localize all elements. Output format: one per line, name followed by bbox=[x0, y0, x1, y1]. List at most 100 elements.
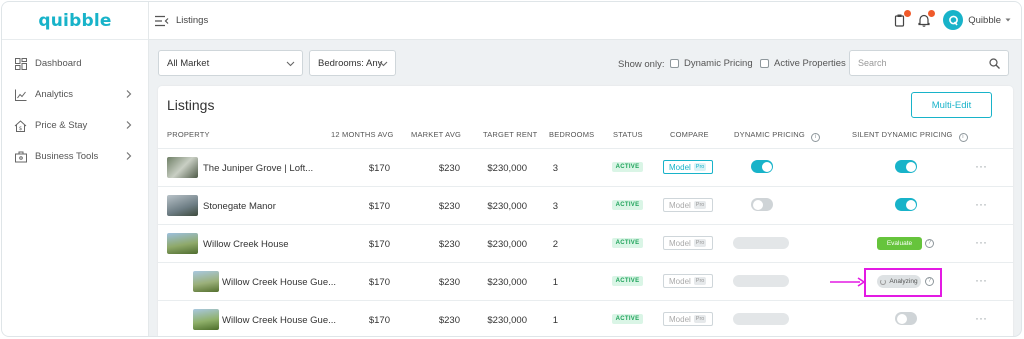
dynamic-pricing-checkbox[interactable]: Dynamic Pricing bbox=[670, 58, 753, 69]
show-only-label: Show only: bbox=[618, 59, 665, 70]
table-row[interactable]: Willow Creek House Gue... $170 $230 $230… bbox=[158, 300, 1013, 336]
page-title: Listings bbox=[167, 97, 215, 113]
column-header-12-months-avg[interactable]: 12 MONTHS AVG bbox=[331, 130, 393, 139]
cell-bedrooms: 1 bbox=[552, 315, 558, 326]
column-header-property[interactable]: PROPERTY bbox=[167, 130, 210, 139]
avatar[interactable] bbox=[943, 10, 964, 30]
dynamic-pricing-toggle[interactable] bbox=[751, 198, 773, 211]
bell-notification-button[interactable] bbox=[917, 10, 936, 27]
table-row[interactable]: Stonegate Manor $170 $230 $230,000 3 ACT… bbox=[158, 186, 1013, 224]
compare-model-button[interactable]: Model Pro bbox=[663, 198, 713, 212]
checkbox-label: Active Properties bbox=[774, 58, 846, 69]
compare-model-button[interactable]: Model Pro bbox=[663, 160, 713, 174]
column-header-status[interactable]: STATUS bbox=[613, 130, 643, 139]
status-badge: ACTIVE bbox=[612, 200, 643, 210]
dynamic-pricing-placeholder bbox=[733, 237, 789, 249]
more-options-button[interactable]: ··· bbox=[975, 311, 987, 325]
highlight-box bbox=[864, 268, 942, 297]
property-thumbnail bbox=[193, 309, 219, 330]
notification-badge bbox=[904, 10, 912, 17]
user-name[interactable]: Quibble bbox=[968, 15, 1001, 26]
multi-edit-button[interactable]: Multi-Edit bbox=[911, 92, 992, 118]
active-properties-checkbox[interactable]: Active Properties bbox=[760, 58, 846, 69]
cell-12-months-avg: $170 bbox=[368, 239, 390, 250]
sidebar: quibble Dashboard Analytics $ Price & St… bbox=[2, 2, 149, 336]
chevron-right-icon bbox=[126, 90, 132, 98]
table-row[interactable]: The Juniper Grove | Loft... $170 $230 $2… bbox=[158, 148, 1013, 186]
cell-market-avg: $230 bbox=[438, 163, 460, 174]
search-box bbox=[849, 50, 1009, 76]
search-icon[interactable] bbox=[989, 58, 1000, 69]
column-header-silent-dynamic-pricing[interactable]: SILENT DYNAMIC PRICING i bbox=[852, 130, 968, 142]
silent-dynamic-pricing-toggle[interactable] bbox=[895, 312, 917, 325]
briefcase-icon bbox=[14, 150, 27, 163]
pro-tag: Pro bbox=[693, 277, 707, 285]
clipboard-notification-button[interactable] bbox=[893, 10, 912, 27]
more-options-button[interactable]: ··· bbox=[975, 235, 987, 249]
column-header-bedrooms[interactable]: BEDROOMS bbox=[549, 130, 594, 139]
info-icon[interactable]: i bbox=[810, 133, 820, 142]
column-header-market-avg[interactable]: MARKET AVG bbox=[411, 130, 461, 139]
checkbox-box[interactable] bbox=[760, 59, 769, 68]
property-name[interactable]: Willow Creek House bbox=[203, 239, 289, 250]
sidebar-item-dashboard[interactable]: Dashboard bbox=[2, 48, 148, 79]
logo-text: quibble bbox=[38, 10, 112, 31]
column-header-dynamic-pricing[interactable]: DYNAMIC PRICING i bbox=[734, 130, 820, 142]
dynamic-pricing-toggle[interactable] bbox=[751, 160, 773, 173]
notification-badge bbox=[928, 10, 936, 17]
property-thumbnail bbox=[167, 195, 198, 216]
cell-market-avg: $230 bbox=[438, 239, 460, 250]
chevron-down-icon bbox=[379, 61, 388, 67]
more-options-button[interactable]: ··· bbox=[975, 273, 987, 287]
compare-label: Model bbox=[669, 200, 691, 210]
sidebar-item-price-stay[interactable]: $ Price & Stay bbox=[2, 110, 148, 141]
info-icon[interactable]: i bbox=[958, 133, 968, 142]
toggle-knob bbox=[905, 199, 916, 210]
compare-model-button[interactable]: Model Pro bbox=[663, 274, 713, 288]
column-header-compare[interactable]: COMPARE bbox=[670, 130, 709, 139]
status-badge: ACTIVE bbox=[612, 162, 643, 172]
column-header-target-rent[interactable]: TARGET RENT bbox=[483, 130, 537, 139]
toggle-knob bbox=[752, 199, 763, 210]
property-name[interactable]: The Juniper Grove | Loft... bbox=[203, 163, 313, 174]
property-name[interactable]: Willow Creek House Gue... bbox=[222, 277, 336, 288]
menu-collapse-icon[interactable] bbox=[155, 15, 169, 27]
cell-12-months-avg: $170 bbox=[368, 315, 390, 326]
filter-bar: All Market Bedrooms: Any Show only: Dyna… bbox=[149, 40, 1021, 86]
dynamic-pricing-placeholder bbox=[733, 313, 789, 325]
compare-model-button[interactable]: Model Pro bbox=[663, 312, 713, 326]
status-badge: ACTIVE bbox=[612, 238, 643, 248]
evaluate-button[interactable]: Evaluate bbox=[877, 237, 922, 250]
status-badge: ACTIVE bbox=[612, 314, 643, 324]
search-input[interactable] bbox=[858, 58, 988, 68]
caret-down-icon[interactable] bbox=[1005, 17, 1011, 23]
more-options-button[interactable]: ··· bbox=[975, 197, 987, 211]
table-row[interactable]: Willow Creek House $170 $230 $230,000 2 … bbox=[158, 224, 1013, 262]
checkbox-box[interactable] bbox=[670, 59, 679, 68]
cell-12-months-avg: $170 bbox=[368, 277, 390, 288]
property-name[interactable]: Willow Creek House Gue... bbox=[222, 315, 336, 326]
property-thumbnail bbox=[193, 271, 219, 292]
help-icon[interactable]: ? bbox=[925, 239, 934, 248]
chevron-right-icon bbox=[126, 152, 132, 160]
sidebar-item-analytics[interactable]: Analytics bbox=[2, 79, 148, 110]
dashboard-icon bbox=[14, 57, 27, 70]
sidebar-item-label: Business Tools bbox=[35, 151, 99, 162]
silent-dynamic-pricing-toggle[interactable] bbox=[895, 198, 917, 211]
column-header-label: SILENT DYNAMIC PRICING bbox=[852, 130, 953, 139]
toggle-knob bbox=[896, 313, 907, 324]
more-options-button[interactable]: ··· bbox=[975, 159, 987, 173]
sidebar-item-business-tools[interactable]: Business Tools bbox=[2, 141, 148, 172]
compare-model-button[interactable]: Model Pro bbox=[663, 236, 713, 250]
bedrooms-select[interactable]: Bedrooms: Any bbox=[309, 50, 396, 76]
cell-target-rent: $230,000 bbox=[487, 315, 527, 326]
logo[interactable]: quibble bbox=[2, 2, 148, 40]
property-name[interactable]: Stonegate Manor bbox=[203, 201, 276, 212]
compare-label: Model bbox=[669, 162, 691, 172]
dynamic-pricing-placeholder bbox=[733, 275, 789, 287]
cell-target-rent: $230,000 bbox=[487, 201, 527, 212]
silent-dynamic-pricing-toggle[interactable] bbox=[895, 160, 917, 173]
market-select[interactable]: All Market bbox=[158, 50, 303, 76]
cell-bedrooms: 2 bbox=[552, 239, 558, 250]
breadcrumb: Listings bbox=[176, 15, 209, 26]
